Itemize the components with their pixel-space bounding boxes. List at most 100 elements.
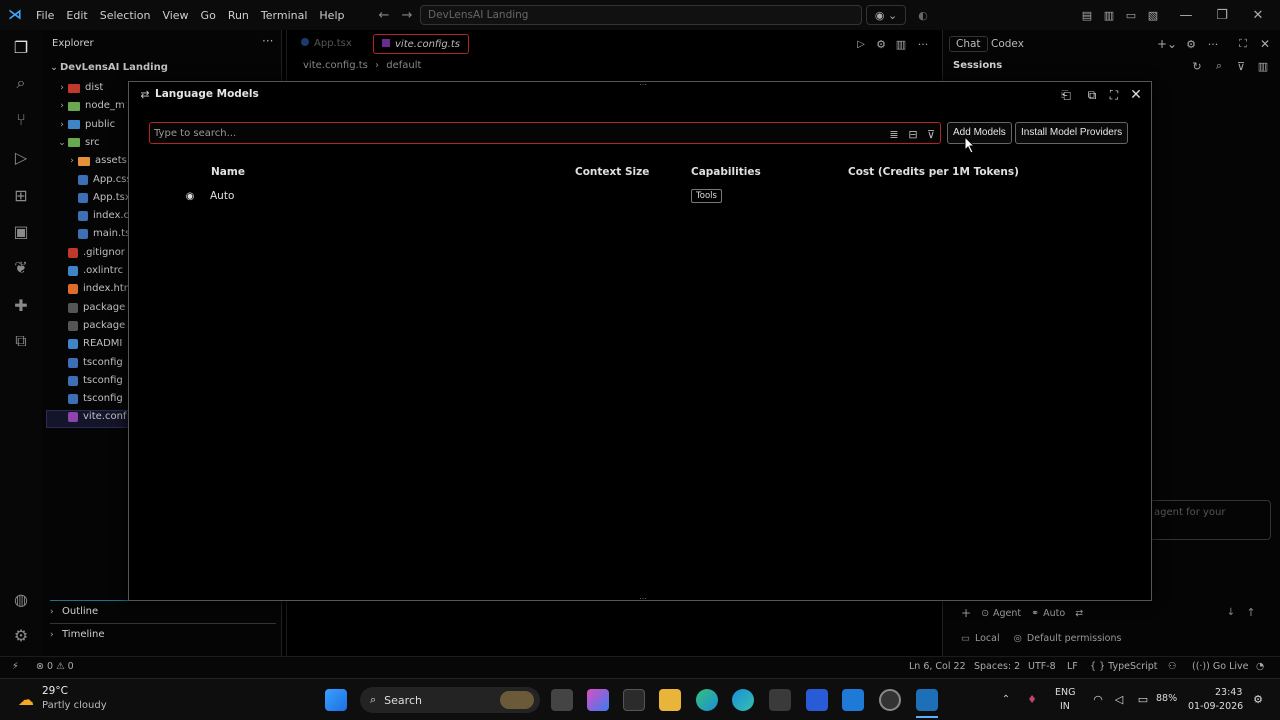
notifications-icon[interactable]: ◔ bbox=[1256, 661, 1264, 672]
minimize-icon[interactable]: — bbox=[1168, 0, 1204, 30]
close-window-icon[interactable]: ✕ bbox=[1240, 0, 1276, 30]
toggle-secondary-sidebar-icon[interactable]: ▧ bbox=[1144, 7, 1162, 23]
refresh-icon[interactable]: ↻ bbox=[1189, 58, 1205, 74]
battery-percent[interactable]: 88% bbox=[1156, 693, 1177, 704]
weather-icon[interactable]: ☁ bbox=[14, 687, 38, 711]
resize-handle-icon[interactable]: ⋯ bbox=[639, 80, 647, 89]
permissions-picker[interactable]: Default permissions bbox=[1027, 633, 1122, 644]
tree-item[interactable]: › assets bbox=[66, 152, 127, 170]
tree-item[interactable]: main.ts bbox=[66, 225, 130, 243]
maximize-panel-icon[interactable]: ⛶ bbox=[1235, 36, 1251, 52]
extensions-icon[interactable]: ⊞ bbox=[8, 182, 34, 208]
copilot-settings-icon[interactable]: ⚙ bbox=[873, 36, 889, 52]
tab-app-tsx[interactable]: App.tsx bbox=[293, 34, 360, 54]
close-panel-icon[interactable]: ✕ bbox=[1257, 36, 1273, 52]
run-icon[interactable]: ▷ bbox=[853, 36, 869, 52]
encoding[interactable]: UTF-8 bbox=[1028, 661, 1056, 672]
clock-time[interactable]: 23:43 bbox=[1215, 687, 1242, 698]
mongodb-icon[interactable]: ❦ bbox=[8, 254, 34, 280]
explorer-icon[interactable]: ❐ bbox=[8, 34, 34, 60]
tree-item[interactable]: index.htm bbox=[56, 280, 134, 298]
send-icon[interactable]: ↑ bbox=[1243, 604, 1259, 620]
terminal-icon[interactable]: ▣ bbox=[8, 218, 34, 244]
add-models-button[interactable]: Add Models bbox=[947, 122, 1012, 144]
agent-mode-picker[interactable]: Agent bbox=[993, 608, 1021, 619]
copilot-app-icon[interactable] bbox=[587, 689, 609, 711]
project-root[interactable]: ⌄ DevLensAI Landing bbox=[48, 59, 168, 77]
task-view-icon[interactable] bbox=[551, 689, 573, 711]
tree-item[interactable]: tsconfig bbox=[56, 390, 123, 408]
timeline-section[interactable]: › Timeline bbox=[50, 629, 105, 640]
toggle-sidebar-icon[interactable]: ▥ bbox=[1100, 7, 1118, 23]
tree-item[interactable]: App.tsx bbox=[66, 189, 131, 207]
tree-item[interactable]: › dist bbox=[56, 79, 103, 97]
tree-item[interactable]: package bbox=[56, 317, 125, 335]
go-live-button[interactable]: ((·)) Go Live bbox=[1192, 661, 1248, 672]
restore-icon[interactable]: ❐ bbox=[1204, 0, 1240, 30]
breadcrumb-file[interactable]: vite.config.ts bbox=[303, 60, 368, 71]
wifi-icon[interactable]: ◠ bbox=[1090, 691, 1106, 707]
chrome-icon[interactable] bbox=[879, 689, 901, 711]
search-sessions-icon[interactable]: ⌕ bbox=[1211, 58, 1227, 74]
indentation[interactable]: Spaces: 2 bbox=[974, 661, 1020, 672]
tree-item[interactable]: App.css bbox=[66, 171, 132, 189]
editor-more-icon[interactable]: ··· bbox=[915, 36, 931, 52]
file-explorer-icon[interactable] bbox=[659, 689, 681, 711]
pop-out-icon[interactable]: ⧉ bbox=[1083, 86, 1101, 104]
account-icon[interactable]: ◐ bbox=[914, 6, 932, 24]
edge-icon[interactable] bbox=[696, 689, 718, 711]
clear-filter-icon[interactable]: ≣ bbox=[886, 126, 902, 142]
menu-terminal[interactable]: Terminal bbox=[255, 0, 314, 30]
tree-item[interactable]: tsconfig bbox=[56, 354, 123, 372]
resize-handle-icon[interactable]: ⋯ bbox=[639, 594, 647, 603]
menu-go[interactable]: Go bbox=[195, 0, 222, 30]
remote-explorer-icon[interactable]: ⧉ bbox=[8, 328, 34, 354]
vscode-taskbar-icon[interactable] bbox=[916, 689, 938, 711]
close-dialog-icon[interactable]: ✕ bbox=[1127, 86, 1145, 104]
run-debug-icon[interactable]: ▷ bbox=[8, 144, 34, 170]
chevron-up-icon[interactable]: ⌃ bbox=[998, 691, 1014, 707]
language-mode[interactable]: { } TypeScript bbox=[1090, 661, 1158, 672]
back-arrow-icon[interactable]: ← bbox=[373, 8, 395, 23]
menu-view[interactable]: View bbox=[156, 0, 194, 30]
tree-item[interactable]: ⌄ src bbox=[56, 134, 99, 152]
column-cost[interactable]: Cost (Credits per 1M Tokens) bbox=[848, 166, 1019, 178]
location-picker[interactable]: Local bbox=[975, 633, 1000, 644]
open-in-editor-icon[interactable]: ⎗ bbox=[1057, 86, 1075, 104]
chat-more-icon[interactable]: ··· bbox=[1205, 36, 1221, 52]
menu-selection[interactable]: Selection bbox=[94, 0, 157, 30]
microphone-icon[interactable]: ↓ bbox=[1223, 604, 1239, 620]
model-picker[interactable]: Auto bbox=[1043, 608, 1065, 619]
edge-dev-icon[interactable] bbox=[732, 689, 754, 711]
accounts-icon[interactable]: ◍ bbox=[8, 586, 34, 612]
add-context-icon[interactable]: + bbox=[961, 606, 971, 620]
outline-section[interactable]: › Outline bbox=[50, 606, 98, 617]
battery-icon[interactable]: ▭ bbox=[1134, 691, 1152, 707]
weather-temperature[interactable]: 29°C bbox=[42, 685, 68, 697]
sessions-layout-icon[interactable]: ▥ bbox=[1255, 58, 1271, 74]
input-language[interactable]: ENG bbox=[1055, 687, 1075, 698]
group-icon[interactable]: ⊟ bbox=[905, 126, 921, 142]
python-icon[interactable]: ✚ bbox=[8, 292, 34, 318]
store-icon[interactable] bbox=[769, 689, 791, 711]
filter-icon[interactable]: ⊽ bbox=[1233, 58, 1249, 74]
settings-gear-icon[interactable]: ⚙ bbox=[8, 622, 34, 648]
tree-item[interactable]: READMI bbox=[56, 335, 122, 353]
column-capabilities[interactable]: Capabilities bbox=[691, 166, 761, 178]
tree-item[interactable]: › public bbox=[56, 116, 115, 134]
eye-icon[interactable]: ◉ bbox=[183, 189, 197, 203]
new-chat-icon[interactable]: +⌄ bbox=[1155, 36, 1179, 52]
tree-item[interactable]: tsconfig bbox=[56, 372, 123, 390]
cursor-position[interactable]: Ln 6, Col 22 bbox=[909, 661, 966, 672]
forward-arrow-icon[interactable]: → bbox=[396, 8, 418, 23]
copilot-icon[interactable]: ◉ ⌄ bbox=[866, 5, 906, 25]
weather-condition[interactable]: Partly cloudy bbox=[42, 700, 107, 711]
tree-item[interactable]: .oxlintrc bbox=[56, 262, 123, 280]
outlook-icon[interactable] bbox=[806, 689, 828, 711]
menu-help[interactable]: Help bbox=[313, 0, 350, 30]
windows-start-icon[interactable] bbox=[325, 689, 347, 711]
mic-tray-icon[interactable]: ♦ bbox=[1024, 691, 1040, 707]
copilot-status-icon[interactable]: ⚇ bbox=[1168, 661, 1177, 672]
tree-item[interactable]: package bbox=[56, 299, 125, 317]
command-center-search[interactable]: DevLensAI Landing bbox=[420, 5, 862, 25]
